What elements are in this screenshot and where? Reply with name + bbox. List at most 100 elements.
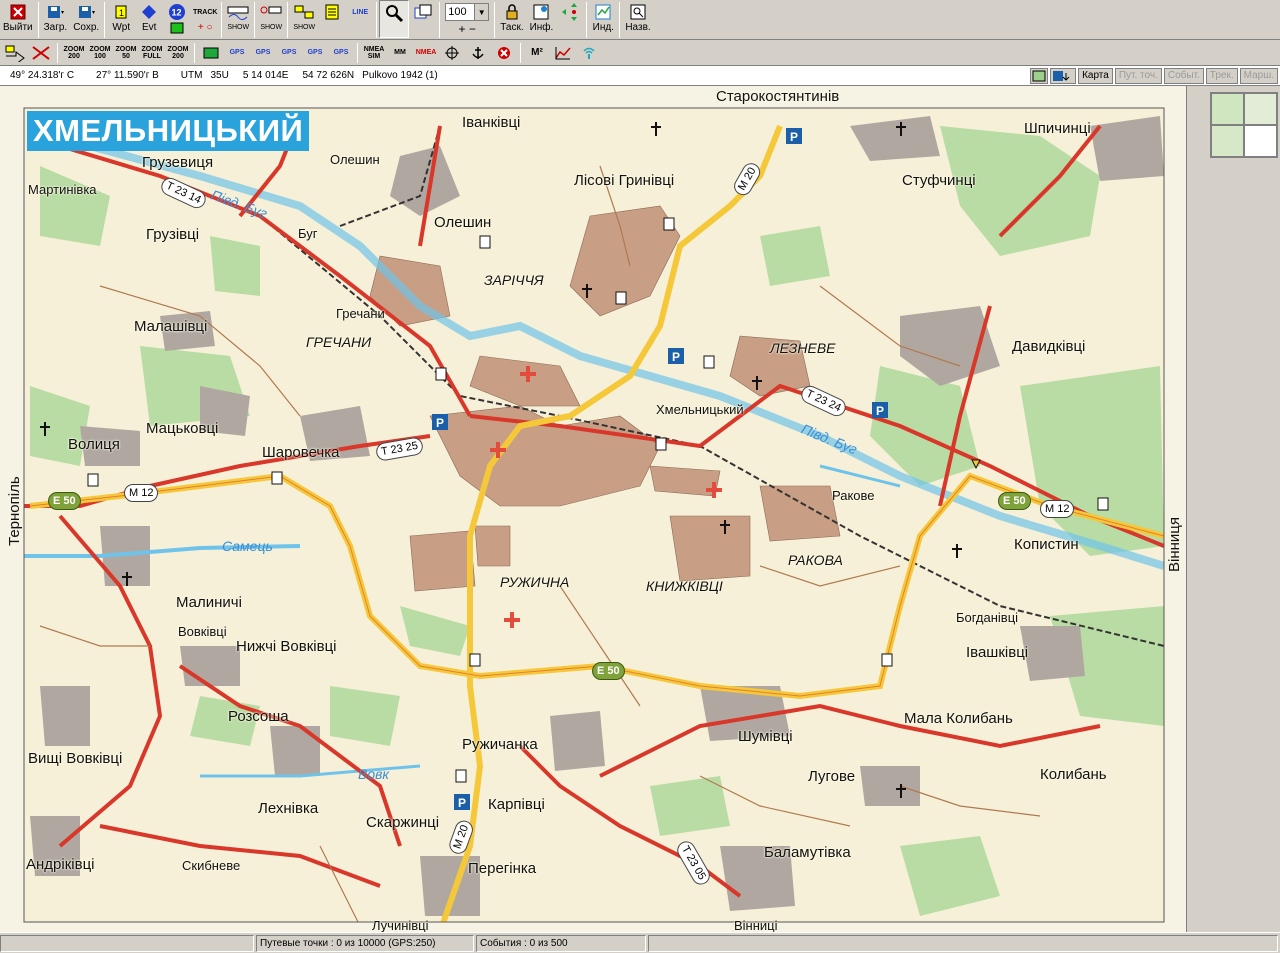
place-label: Шаровечка bbox=[262, 444, 340, 461]
events-tab[interactable]: Событ. bbox=[1163, 67, 1204, 84]
waypoint-list-button[interactable] bbox=[318, 0, 346, 38]
load-button[interactable]: Загр. bbox=[41, 0, 71, 38]
show-points-icon bbox=[260, 2, 282, 22]
routes-tab[interactable]: Марш. bbox=[1239, 67, 1278, 84]
show-route-button[interactable]: SHOW bbox=[290, 0, 318, 38]
badge-12-button[interactable]: 12 bbox=[163, 0, 191, 38]
overview-tile[interactable] bbox=[1211, 125, 1244, 157]
gps-5-button[interactable]: GPS bbox=[329, 42, 353, 64]
place-label: Копистин bbox=[1014, 536, 1079, 553]
line-button[interactable]: LINE bbox=[346, 0, 374, 38]
nmea-button[interactable]: NMEA bbox=[414, 42, 438, 64]
road-shield: M 12 bbox=[1040, 500, 1075, 518]
anchor-button[interactable] bbox=[466, 42, 490, 64]
main-toolbar: Выйти Загр. Сохр. 1 Wpt Evt 12 TRACK + ○… bbox=[0, 0, 1280, 40]
show-points-button[interactable]: SHOW bbox=[257, 0, 285, 38]
navigate-button[interactable] bbox=[556, 0, 584, 38]
tasks-button[interactable]: Таск. bbox=[497, 0, 526, 38]
utm-zone: 35U bbox=[210, 70, 229, 81]
save-down-button[interactable] bbox=[1050, 67, 1077, 84]
zoom-select[interactable]: 100 ▼ bbox=[445, 3, 490, 21]
place-label: Олешин bbox=[330, 152, 380, 167]
route-delete-button[interactable] bbox=[29, 42, 53, 64]
zoom-50-button[interactable]: ZOOM 50 bbox=[114, 42, 138, 64]
place-label: Лугове bbox=[808, 768, 856, 785]
green-box-icon bbox=[169, 22, 185, 38]
tracks-tab[interactable]: Трек. bbox=[1205, 67, 1238, 84]
mm-button[interactable]: MM bbox=[388, 42, 412, 64]
target-button[interactable] bbox=[440, 42, 464, 64]
place-label: Давидківці bbox=[1012, 338, 1086, 355]
info-button[interactable]: Инф. bbox=[527, 0, 557, 38]
place-label: КНИЖКІВЦІ bbox=[646, 578, 723, 594]
status-bar: Путевые точки : 0 из 10000 (GPS:250) Соб… bbox=[0, 932, 1280, 953]
info-icon bbox=[530, 2, 552, 22]
overview-tile[interactable] bbox=[1211, 93, 1244, 125]
map-image-button[interactable] bbox=[1030, 67, 1049, 84]
map-canvas[interactable]: ХМЕЛЬНИЦЬКИЙ Старокостянтинів Тернопіль … bbox=[0, 86, 1186, 932]
place-label: Вищі Вовківці bbox=[28, 750, 123, 767]
gps-2-button[interactable]: GPS bbox=[251, 42, 275, 64]
wireless-button[interactable] bbox=[577, 42, 601, 64]
place-label: Ружичанка bbox=[462, 736, 538, 753]
evt-button[interactable]: Evt bbox=[135, 0, 163, 38]
place-label: Гречани bbox=[336, 306, 385, 321]
pan-window-button[interactable] bbox=[409, 0, 437, 38]
zoom-plus-minus-icon[interactable]: + − bbox=[459, 22, 476, 36]
place-label: ЛЕЗНЕВЕ bbox=[770, 340, 836, 356]
side-panel bbox=[1186, 86, 1280, 932]
overview-map[interactable] bbox=[1210, 92, 1278, 158]
crosshair-icon bbox=[445, 45, 459, 60]
arrows-icon bbox=[559, 2, 581, 22]
graph-button[interactable] bbox=[551, 42, 575, 64]
edge-label-south-right: Вінниці bbox=[734, 918, 778, 932]
stop-button[interactable] bbox=[492, 42, 516, 64]
gps-1-button[interactable]: GPS bbox=[225, 42, 249, 64]
zoom-full-button[interactable]: ZOOM FULL bbox=[140, 42, 164, 64]
coordinate-bar: 49° 24.318'г С 27° 11.590'г В UTM 35U 5 … bbox=[0, 66, 1280, 86]
zoom-tool-button[interactable] bbox=[379, 0, 410, 38]
waypoint-icon: 1 bbox=[110, 2, 132, 22]
place-label: Перегінка bbox=[468, 860, 537, 877]
zoom-100-button[interactable]: ZOOM 100 bbox=[88, 42, 112, 64]
gps-3-button[interactable]: GPS bbox=[277, 42, 301, 64]
print-button[interactable] bbox=[199, 42, 223, 64]
gps-4-button[interactable]: GPS bbox=[303, 42, 327, 64]
route-arrow-button[interactable] bbox=[3, 42, 27, 64]
place-label: Богданівці bbox=[956, 610, 1019, 625]
nmea-sim-button[interactable]: NMEA SIM bbox=[362, 42, 386, 64]
window-icon bbox=[412, 2, 434, 22]
track-button[interactable]: TRACK + ○ bbox=[191, 0, 219, 38]
route-delete-icon bbox=[32, 45, 50, 60]
names-button[interactable]: Назв. bbox=[622, 0, 653, 38]
secondary-toolbar: ZOOM 200 ZOOM 100 ZOOM 50 ZOOM FULL ZOOM… bbox=[0, 40, 1280, 66]
show-line-button[interactable]: SHOW bbox=[224, 0, 252, 38]
save-button[interactable]: Сохр. bbox=[70, 0, 102, 38]
place-label: Нижчі Вовківці bbox=[236, 638, 337, 655]
place-label: Розсоша bbox=[228, 708, 289, 725]
wpt-button[interactable]: 1 Wpt bbox=[107, 0, 135, 38]
overview-tile[interactable] bbox=[1244, 93, 1277, 125]
place-label: Шумівці bbox=[738, 728, 793, 745]
wireless-icon bbox=[583, 47, 595, 59]
road-shield: E 50 bbox=[592, 662, 625, 680]
utm-easting: 5 14 014E bbox=[242, 70, 289, 81]
place-label: Мала Колибань bbox=[904, 710, 1013, 727]
names-icon bbox=[627, 2, 649, 22]
m2-button[interactable]: M² bbox=[525, 42, 549, 64]
waypoints-tab[interactable]: Пут. точ. bbox=[1114, 67, 1162, 84]
ind-button[interactable]: Инд. bbox=[589, 0, 617, 38]
utm-label: UTM bbox=[180, 70, 203, 81]
line-icon: LINE bbox=[352, 8, 369, 16]
place-label: Скибневе bbox=[182, 858, 241, 873]
zoom-200b-button[interactable]: ZOOM 200 bbox=[166, 42, 190, 64]
print-icon bbox=[203, 47, 219, 58]
map-tab[interactable]: Карта bbox=[1078, 67, 1113, 84]
lock-icon bbox=[501, 2, 523, 22]
picture-icon bbox=[1032, 70, 1046, 81]
place-label: Івашківці bbox=[966, 644, 1029, 661]
zoom-200-button[interactable]: ZOOM 200 bbox=[62, 42, 86, 64]
place-label: РУЖИЧНА bbox=[500, 574, 570, 590]
overview-tile[interactable] bbox=[1244, 125, 1277, 157]
exit-button[interactable]: Выйти bbox=[0, 0, 36, 38]
